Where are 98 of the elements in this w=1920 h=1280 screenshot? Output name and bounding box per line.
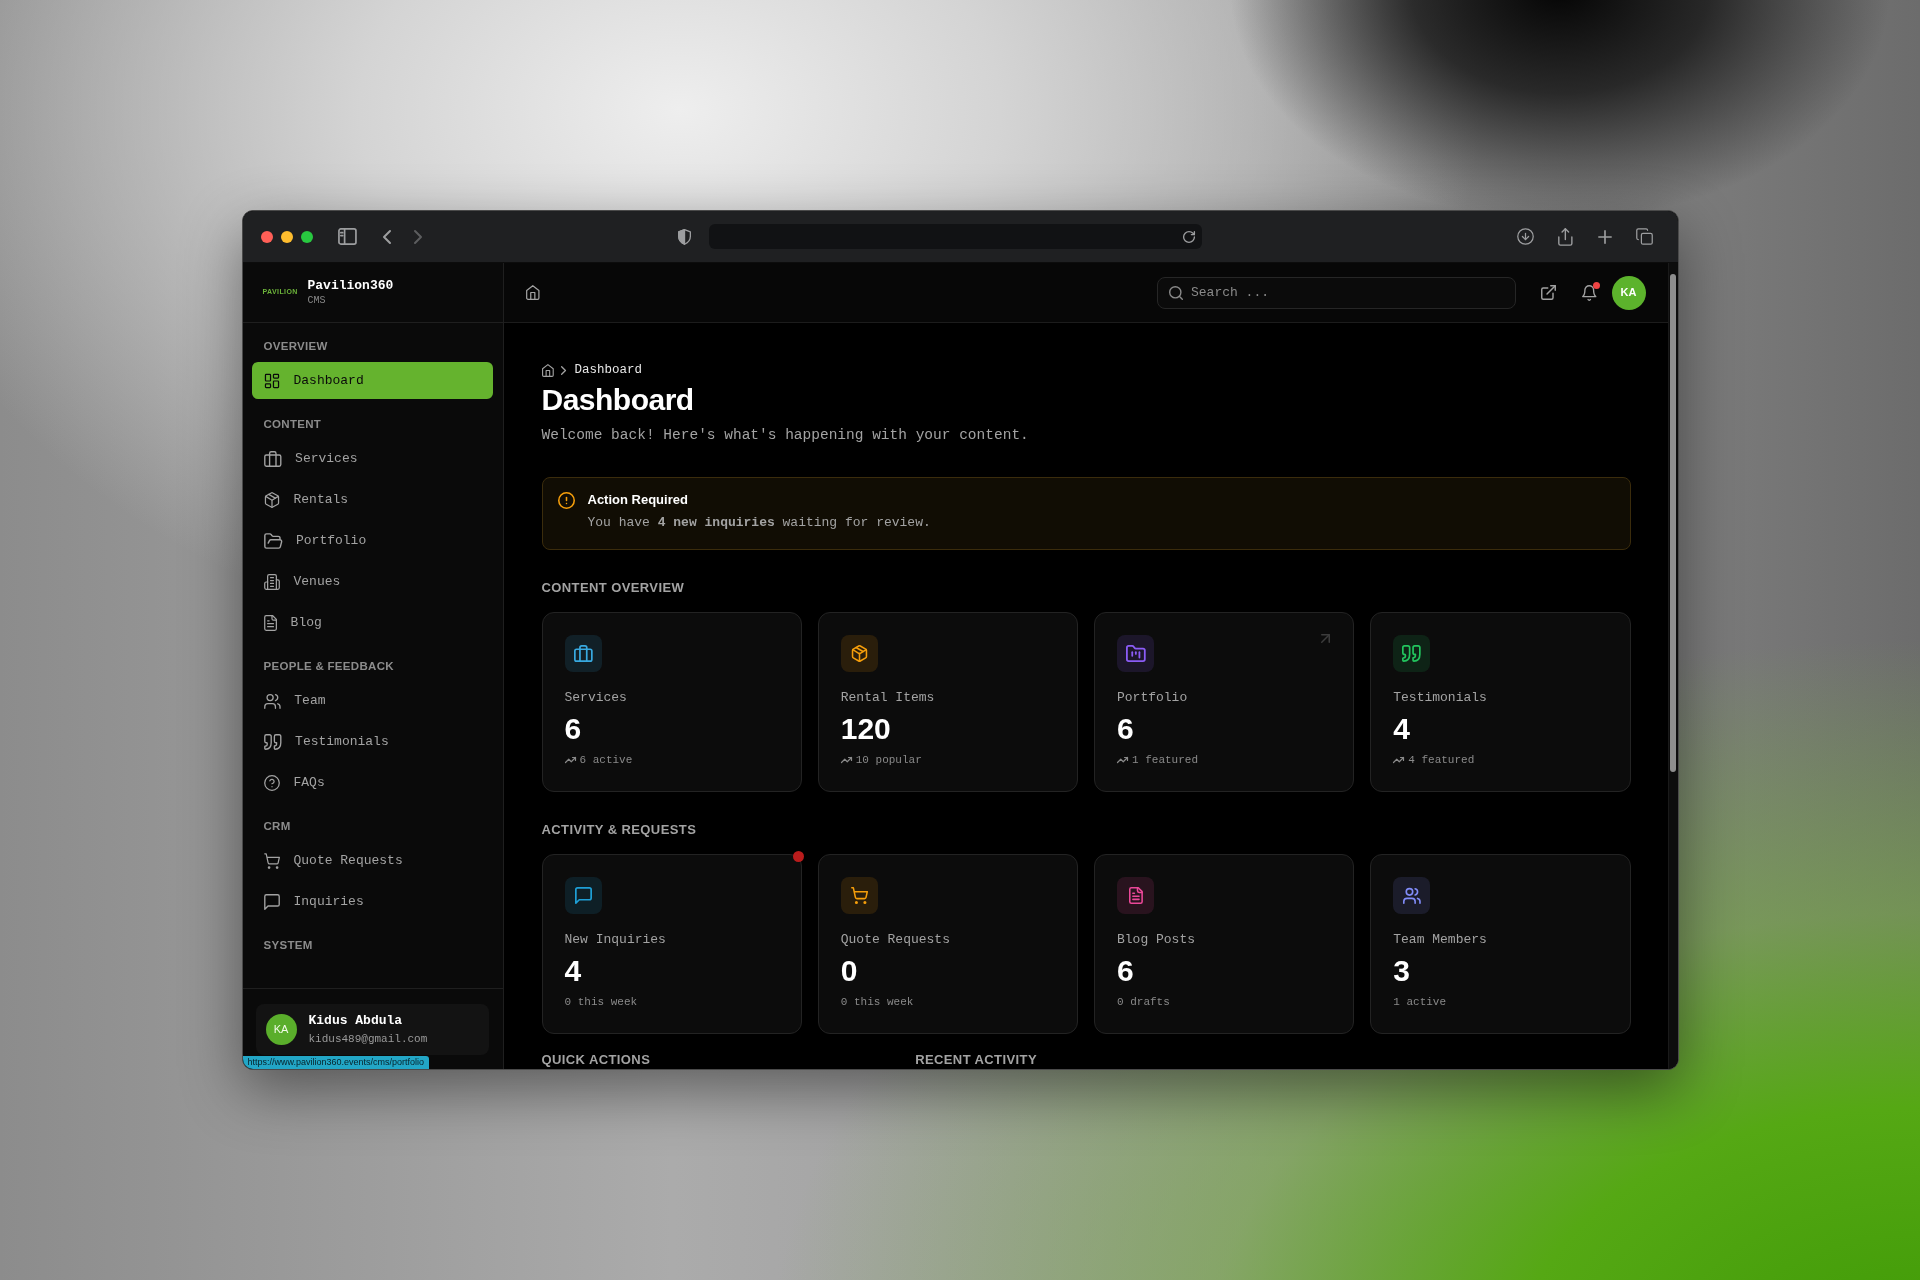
stat-label: Blog Posts xyxy=(1117,931,1196,949)
stat-detail: 6 active xyxy=(579,753,633,768)
home-icon[interactable] xyxy=(541,363,554,377)
search-field[interactable]: Search ... xyxy=(1157,276,1516,309)
alert-title: Action Required xyxy=(587,491,689,509)
stat-detail: 0 this week xyxy=(564,995,638,1010)
help-icon xyxy=(263,774,280,791)
stat-value: 6 xyxy=(564,712,583,746)
nav-item[interactable]: Blog xyxy=(251,604,493,641)
alert-message: You have 4 new inquiries waiting for review. xyxy=(587,514,931,532)
nav-item[interactable]: Services xyxy=(251,440,493,477)
nav-section-heading: SYSTEM xyxy=(262,938,314,952)
section-heading: ACTIVITY & REQUESTS xyxy=(541,822,698,838)
document-icon xyxy=(263,614,277,631)
stat-value: 4 xyxy=(564,954,583,988)
stat-value: 120 xyxy=(840,712,892,746)
stat-label: Team Members xyxy=(1393,931,1488,949)
chat-bubble-icon xyxy=(263,893,280,910)
stat-label: Testimonials xyxy=(1393,689,1488,707)
page-subtitle: Welcome back! Here's what's happening with your content. xyxy=(541,426,1030,445)
stat-value: 0 xyxy=(840,954,859,988)
user-email: kidus489@gmail.com xyxy=(308,1032,428,1046)
stat-card[interactable]: New Inquiries 4 0 this week xyxy=(541,854,802,1034)
chevron-left-icon[interactable] xyxy=(383,229,392,244)
nav-section-heading: PEOPLE & FEEDBACK xyxy=(262,659,395,673)
folder-icon xyxy=(263,532,282,549)
user-avatar: KA xyxy=(265,1014,297,1045)
window-close-icon[interactable] xyxy=(260,230,273,243)
nav-item[interactable]: Venues xyxy=(251,563,493,600)
nav-item[interactable]: FAQs xyxy=(251,764,493,801)
stat-card[interactable]: Testimonials 4 4 featured xyxy=(1370,612,1631,792)
quote-icon xyxy=(263,733,282,750)
share-icon[interactable] xyxy=(1558,227,1574,246)
briefcase-icon xyxy=(263,450,282,467)
nav-section-heading: OVERVIEW xyxy=(262,339,329,353)
stat-value: 4 xyxy=(1393,712,1411,746)
stat-detail: 10 popular xyxy=(855,753,922,768)
stat-detail: 0 this week xyxy=(840,995,914,1010)
plus-icon[interactable] xyxy=(1598,229,1613,244)
nav-item[interactable]: Portfolio xyxy=(251,522,493,559)
section-heading: QUICK ACTIONS xyxy=(541,1052,652,1068)
stat-label: Quote Requests xyxy=(840,931,951,949)
stat-detail: 4 featured xyxy=(1408,753,1475,768)
stat-card[interactable]: Team Members 3 1 active xyxy=(1370,854,1631,1034)
stat-card[interactable]: Portfolio 6 1 featured xyxy=(1094,612,1355,792)
brand-subtitle: CMS xyxy=(307,295,327,307)
user-name: Kidus Abdula xyxy=(308,1013,404,1029)
stat-card[interactable]: Services 6 6 active xyxy=(541,612,802,792)
stat-detail: 0 drafts xyxy=(1117,995,1170,1010)
section-heading: CONTENT OVERVIEW xyxy=(541,580,686,596)
nav-item[interactable]: Dashboard xyxy=(251,362,493,399)
sidebar-toggle-icon[interactable] xyxy=(337,228,357,245)
alert-icon xyxy=(557,492,575,509)
stat-value: 6 xyxy=(1117,712,1135,746)
address-field[interactable] xyxy=(709,224,1203,249)
stat-label: Services xyxy=(564,689,628,707)
nav-section-heading: CRM xyxy=(262,819,292,833)
link-preview-tooltip: https://www.pavilion360.events/cms/portfolio xyxy=(242,1056,430,1069)
shield-icon[interactable] xyxy=(678,228,692,245)
nav-item[interactable]: Inquiries xyxy=(251,883,493,920)
page-title: Dashboard xyxy=(541,382,695,418)
reload-icon[interactable] xyxy=(1183,230,1196,243)
window-minimize-icon[interactable] xyxy=(280,230,293,243)
stat-label: Rental Items xyxy=(840,689,936,707)
nav-section-heading: CONTENT xyxy=(262,417,323,431)
stat-label: New Inquiries xyxy=(564,931,667,949)
stat-value: 3 xyxy=(1393,954,1411,988)
nav-item[interactable]: Rentals xyxy=(251,481,493,518)
user-card[interactable]: KA Kidus Abdula kidus489@gmail.com xyxy=(255,1004,489,1055)
home-icon[interactable] xyxy=(525,285,540,300)
window-zoom-icon[interactable] xyxy=(300,230,313,243)
scrollbar-track[interactable] xyxy=(1667,263,1678,1069)
tabs-icon[interactable] xyxy=(1636,228,1654,245)
stat-card[interactable]: Rental Items 120 10 popular xyxy=(817,612,1078,792)
cart-icon xyxy=(263,852,280,869)
breadcrumb-current: Dashboard xyxy=(574,362,642,379)
people-icon xyxy=(263,692,281,709)
external-link-icon[interactable] xyxy=(1541,285,1556,300)
grid-icon xyxy=(263,372,280,389)
stat-detail: 1 active xyxy=(1393,995,1447,1010)
chevron-right-icon[interactable] xyxy=(414,229,423,244)
nav-item[interactable]: Team xyxy=(251,682,493,719)
chevron-right-icon xyxy=(561,365,567,375)
stat-label: Portfolio xyxy=(1117,689,1189,707)
nav-item[interactable]: Quote Requests xyxy=(251,842,493,879)
building-icon xyxy=(263,573,280,590)
brand-name: Pavilion360 xyxy=(307,278,394,294)
stat-value: 6 xyxy=(1117,954,1135,988)
stat-card[interactable]: Quote Requests 0 0 this week xyxy=(817,854,1078,1034)
search-icon xyxy=(1169,285,1183,300)
box-icon xyxy=(263,491,280,508)
scrollbar-thumb[interactable] xyxy=(1670,274,1676,772)
stat-detail: 1 featured xyxy=(1132,753,1198,768)
bell-icon[interactable] xyxy=(1582,284,1597,301)
nav-item[interactable]: Testimonials xyxy=(251,723,493,760)
download-icon[interactable] xyxy=(1517,228,1535,245)
section-heading: RECENT ACTIVITY xyxy=(915,1052,1038,1068)
stat-card[interactable]: Blog Posts 6 0 drafts xyxy=(1094,854,1355,1034)
